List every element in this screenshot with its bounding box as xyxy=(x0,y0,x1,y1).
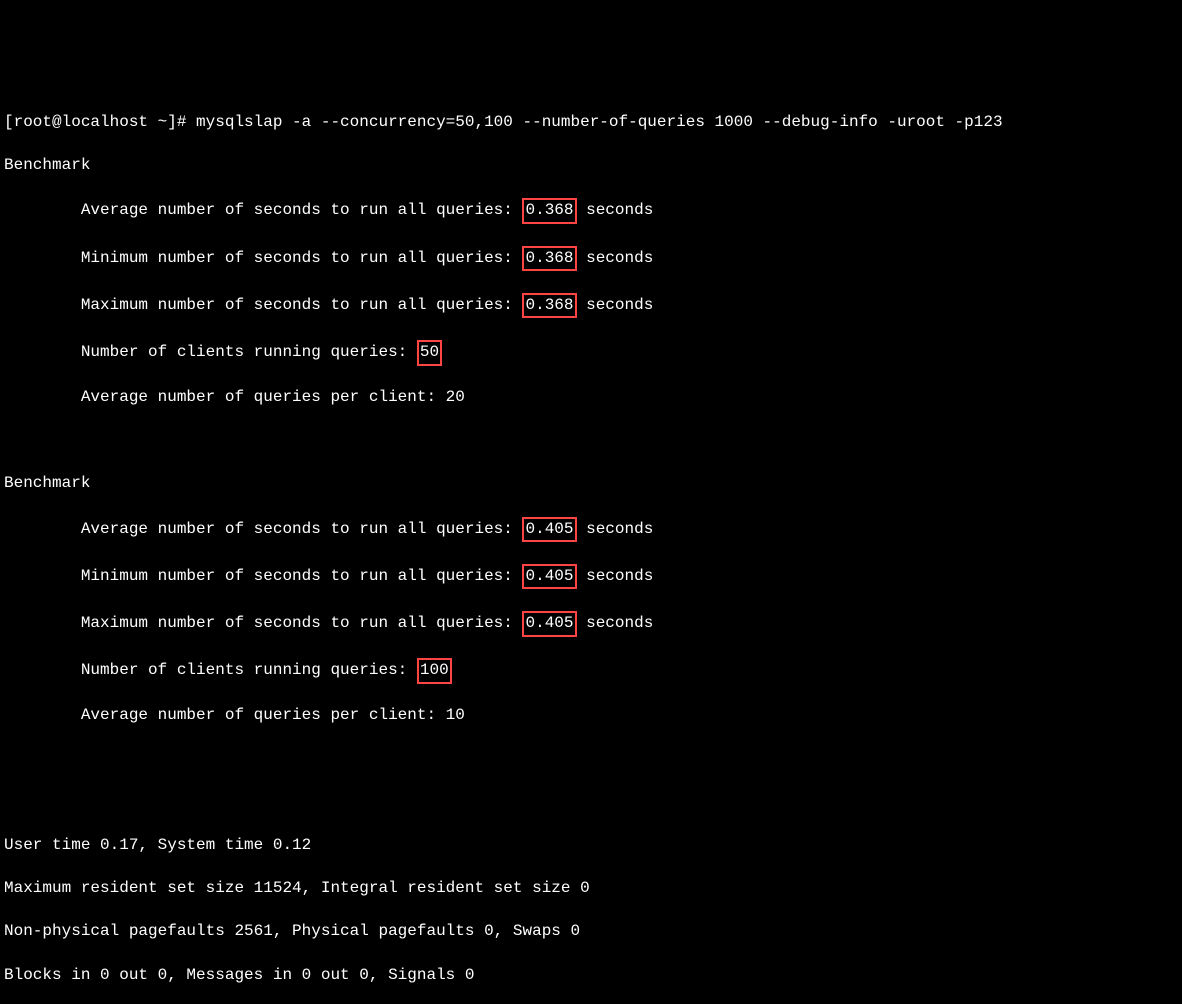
stat-unit: seconds xyxy=(577,201,654,219)
debug-line: Non-physical pagefaults 2561, Physical p… xyxy=(4,921,1178,943)
benchmark-avg-line: Average number of seconds to run all que… xyxy=(4,198,1178,224)
stat-text: Average number of queries per client: 20 xyxy=(81,388,465,406)
benchmark-title: Benchmark xyxy=(4,473,1178,495)
blank-line xyxy=(4,749,1178,771)
stat-unit: seconds xyxy=(577,567,654,585)
stat-label: Minimum number of seconds to run all que… xyxy=(81,567,523,585)
highlighted-value: 0.368 xyxy=(522,293,576,319)
highlighted-value: 0.405 xyxy=(522,564,576,590)
benchmark-title: Benchmark xyxy=(4,155,1178,177)
benchmark-min-line: Minimum number of seconds to run all que… xyxy=(4,246,1178,272)
command-line: [root@localhost ~]# mysqlslap -a --concu… xyxy=(4,112,1178,134)
terminal-output: [root@localhost ~]# mysqlslap -a --concu… xyxy=(4,90,1178,1004)
highlighted-value: 0.368 xyxy=(522,246,576,272)
stat-label: Number of clients running queries: xyxy=(81,661,417,679)
benchmark-clients-line: Number of clients running queries: 50 xyxy=(4,340,1178,366)
benchmark-per-client-line: Average number of queries per client: 10 xyxy=(4,705,1178,727)
benchmark-clients-line: Number of clients running queries: 100 xyxy=(4,658,1178,684)
stat-label: Maximum number of seconds to run all que… xyxy=(81,614,523,632)
highlighted-value: 100 xyxy=(417,658,452,684)
stat-label: Average number of seconds to run all que… xyxy=(81,520,523,538)
stat-label: Average number of seconds to run all que… xyxy=(81,201,523,219)
highlighted-value: 0.405 xyxy=(522,611,576,637)
stat-unit: seconds xyxy=(577,614,654,632)
stat-unit: seconds xyxy=(577,249,654,267)
highlighted-value: 50 xyxy=(417,340,442,366)
debug-line: Blocks in 0 out 0, Messages in 0 out 0, … xyxy=(4,965,1178,987)
stat-unit: seconds xyxy=(577,520,654,538)
stat-label: Maximum number of seconds to run all que… xyxy=(81,296,523,314)
highlighted-value: 0.368 xyxy=(522,198,576,224)
command-text: mysqlslap -a --concurrency=50,100 --numb… xyxy=(196,113,1003,131)
stat-unit: seconds xyxy=(577,296,654,314)
blank-line xyxy=(4,792,1178,814)
stat-label: Minimum number of seconds to run all que… xyxy=(81,249,523,267)
benchmark-avg-line: Average number of seconds to run all que… xyxy=(4,517,1178,543)
debug-line: User time 0.17, System time 0.12 xyxy=(4,835,1178,857)
stat-text: Average number of queries per client: 10 xyxy=(81,706,465,724)
benchmark-max-line: Maximum number of seconds to run all que… xyxy=(4,293,1178,319)
blank-line xyxy=(4,430,1178,452)
debug-line: Maximum resident set size 11524, Integra… xyxy=(4,878,1178,900)
benchmark-min-line: Minimum number of seconds to run all que… xyxy=(4,564,1178,590)
benchmark-max-line: Maximum number of seconds to run all que… xyxy=(4,611,1178,637)
stat-label: Number of clients running queries: xyxy=(81,343,417,361)
highlighted-value: 0.405 xyxy=(522,517,576,543)
benchmark-per-client-line: Average number of queries per client: 20 xyxy=(4,387,1178,409)
shell-prompt: [root@localhost ~]# xyxy=(4,113,196,131)
